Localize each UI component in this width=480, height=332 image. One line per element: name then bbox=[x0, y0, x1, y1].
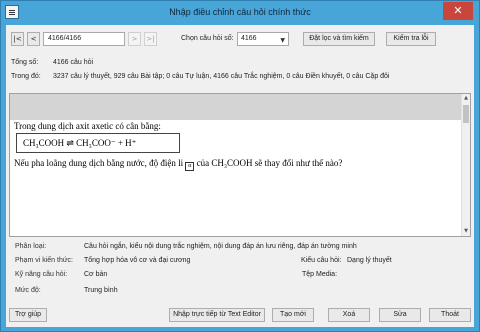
delete-button[interactable]: Xoá bbox=[328, 308, 370, 322]
content-scrollbar[interactable]: ▲ ▼ bbox=[461, 94, 470, 236]
level-label: Mức độ: bbox=[15, 287, 41, 294]
scope-label: Phạm vi kiến thức: bbox=[15, 257, 73, 264]
choose-question-label: Chọn câu hỏi số: bbox=[181, 35, 234, 42]
import-text-editor-button[interactable]: Nhập trực tiếp từ Text Editor bbox=[169, 308, 265, 322]
media-label: Tệp Media: bbox=[302, 271, 338, 278]
question-line-2: Nếu pha loãng dung dịch bằng nước, độ đi… bbox=[14, 158, 342, 171]
breakdown-label: Trong đó: bbox=[11, 73, 41, 80]
category-label: Phân loại: bbox=[15, 243, 47, 250]
question-type-label: Kiểu câu hỏi: bbox=[301, 257, 342, 264]
edit-button[interactable]: Sửa bbox=[379, 308, 421, 322]
first-record-button[interactable]: |< bbox=[11, 32, 24, 46]
level-value: Trung bình bbox=[84, 287, 118, 294]
equation-box: CH₃COOH ⇌ CH₃COO⁻ + H⁺ bbox=[16, 133, 180, 153]
next-record-button[interactable]: > bbox=[128, 32, 141, 46]
close-icon: ✕ bbox=[453, 4, 463, 17]
question-line-2-end: của CH₃COOH sẽ thay đổi như thế nào? bbox=[196, 158, 343, 168]
title-bar[interactable]: Nhập điều chỉnh câu hỏi chính thức ✕ bbox=[1, 1, 479, 25]
chevron-down-icon: ▼ bbox=[280, 37, 285, 44]
close-button[interactable]: ✕ bbox=[443, 2, 473, 20]
question-number-select[interactable]: 4166 ▼ bbox=[237, 32, 289, 46]
category-value: Câu hỏi ngắn, kiểu nội dung trắc nghiệm,… bbox=[84, 243, 357, 250]
prev-record-button[interactable]: < bbox=[27, 32, 40, 46]
question-type-value: Dạng lý thuyết bbox=[347, 257, 392, 264]
scope-value: Tổng hợp hóa vô cơ và đại cương bbox=[84, 257, 191, 264]
question-line-1: Trong dung dịch axit axetic có cân bằng: bbox=[14, 121, 161, 131]
total-label: Tổng số: bbox=[11, 59, 39, 66]
check-errors-button[interactable]: Kiểm tra lỗi bbox=[386, 32, 436, 46]
content-header-band bbox=[10, 94, 462, 120]
new-button[interactable]: Tạo mới bbox=[272, 308, 314, 322]
exit-button[interactable]: Thoát bbox=[429, 308, 471, 322]
question-number-value: 4166 bbox=[241, 35, 257, 42]
dialog-window: Nhập điều chỉnh câu hỏi chính thức ✕ |< … bbox=[0, 0, 480, 332]
total-value: 4166 câu hỏi bbox=[53, 59, 94, 66]
last-record-button[interactable]: >| bbox=[144, 32, 157, 46]
window-title: Nhập điều chỉnh câu hỏi chính thức bbox=[169, 7, 311, 17]
record-position-field[interactable]: 4166/4166 bbox=[43, 32, 125, 46]
equilibrium-equation: CH₃COOH ⇌ CH₃COO⁻ + H⁺ bbox=[23, 138, 137, 148]
scroll-up-arrow-icon[interactable]: ▲ bbox=[462, 94, 470, 103]
question-line-2-start: Nếu pha loãng dung dịch bằng nước, độ đi… bbox=[14, 158, 184, 168]
question-content-area[interactable]: Trong dung dịch axit axetic có cân bằng:… bbox=[9, 93, 471, 237]
dialog-body: |< < 4166/4166 > >| Chọn câu hỏi số: 416… bbox=[6, 25, 474, 327]
scroll-thumb[interactable] bbox=[463, 105, 469, 123]
alpha-symbol-box: α bbox=[185, 162, 195, 171]
help-button[interactable]: Trợ giúp bbox=[9, 308, 47, 322]
breakdown-value: 3237 câu lý thuyết, 929 câu Bài tập; 0 c… bbox=[53, 73, 390, 80]
skill-value: Cơ bản bbox=[84, 271, 108, 278]
filter-search-button[interactable]: Đặt lọc và tìm kiếm bbox=[303, 32, 375, 46]
scroll-down-arrow-icon[interactable]: ▼ bbox=[462, 227, 470, 236]
skill-label: Kỹ năng câu hỏi: bbox=[15, 271, 68, 278]
